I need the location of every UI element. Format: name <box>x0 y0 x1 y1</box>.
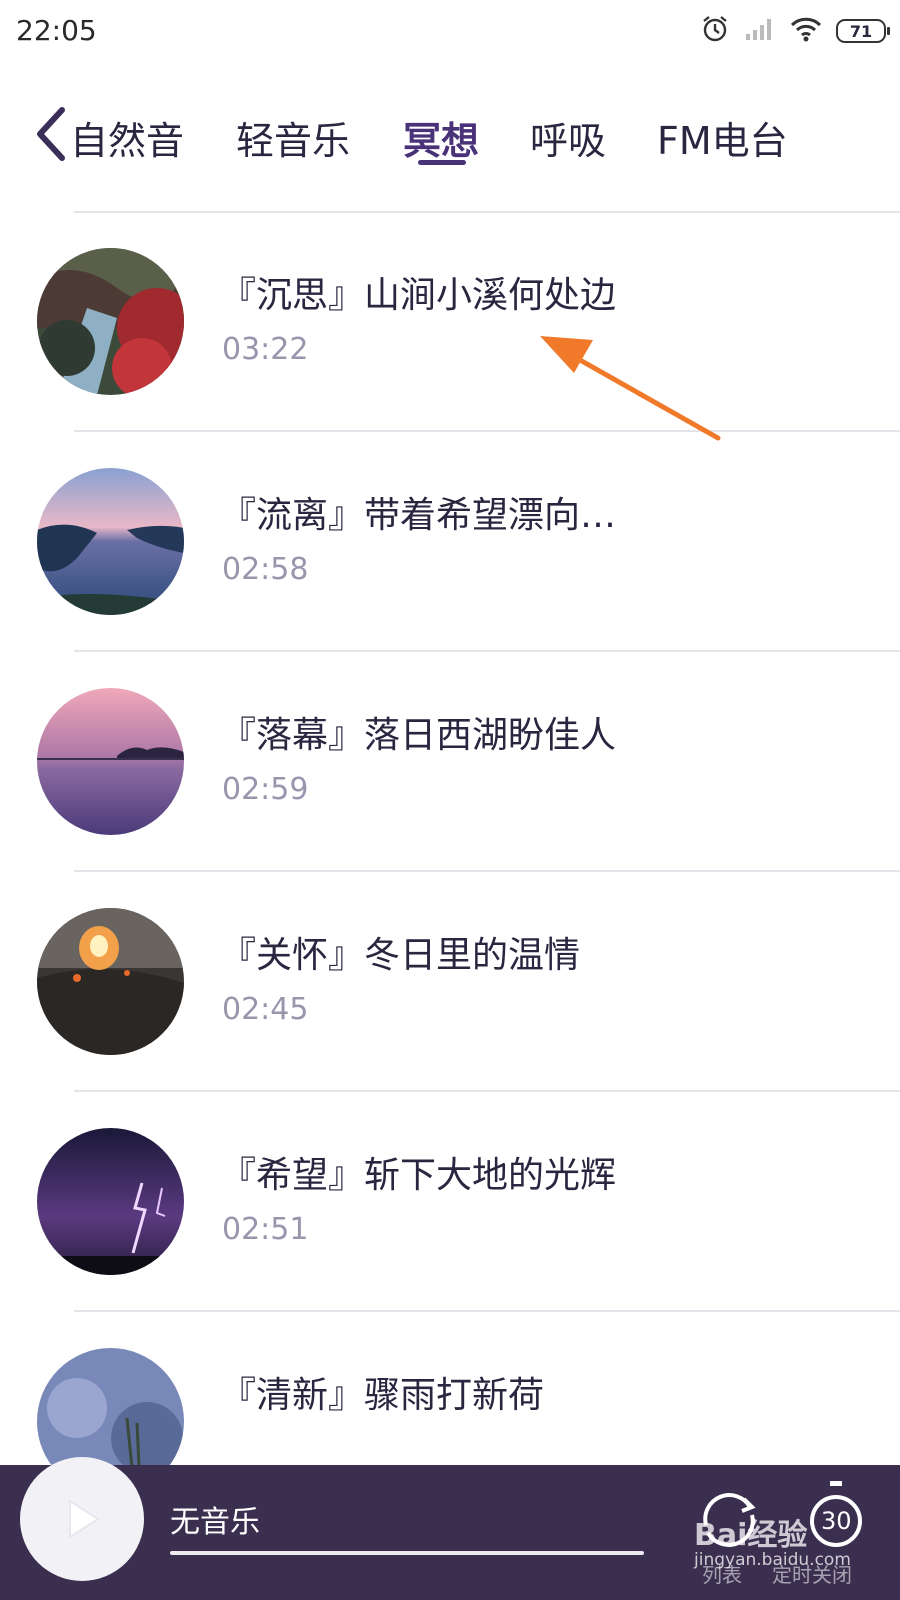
playback-progress[interactable] <box>170 1551 644 1555</box>
track-item[interactable]: 『关怀』冬日里的温情 02:45 <box>0 872 900 1092</box>
track-title: 『关怀』冬日里的温情 <box>220 935 581 976</box>
track-thumbnail <box>37 688 184 835</box>
watermark-brand: Bai经验 <box>694 1518 808 1553</box>
play-icon <box>69 1499 100 1539</box>
track-duration: 02:59 <box>222 772 309 807</box>
timer-value: 30 <box>821 1507 852 1535</box>
track-duration: 02:51 <box>222 1212 309 1247</box>
sleep-timer-button[interactable]: 30 <box>806 1479 866 1559</box>
track-title: 『希望』斩下大地的光辉 <box>220 1155 617 1196</box>
annotation-arrow <box>540 336 721 441</box>
now-playing-title: 无音乐 <box>170 1505 260 1540</box>
track-title: 『落幕』落日西湖盼佳人 <box>220 715 617 756</box>
track-duration: 02:45 <box>222 992 309 1027</box>
play-button[interactable] <box>20 1457 144 1581</box>
track-thumbnail <box>37 908 184 1055</box>
track-item[interactable]: 『落幕』落日西湖盼佳人 02:59 <box>0 652 900 872</box>
track-thumbnail <box>37 1128 184 1275</box>
track-title: 『清新』骤雨打新荷 <box>220 1375 545 1416</box>
watermark-url: jingyan.baidu.com <box>694 1550 851 1570</box>
track-item[interactable]: 『希望』斩下大地的光辉 02:51 <box>0 1092 900 1312</box>
